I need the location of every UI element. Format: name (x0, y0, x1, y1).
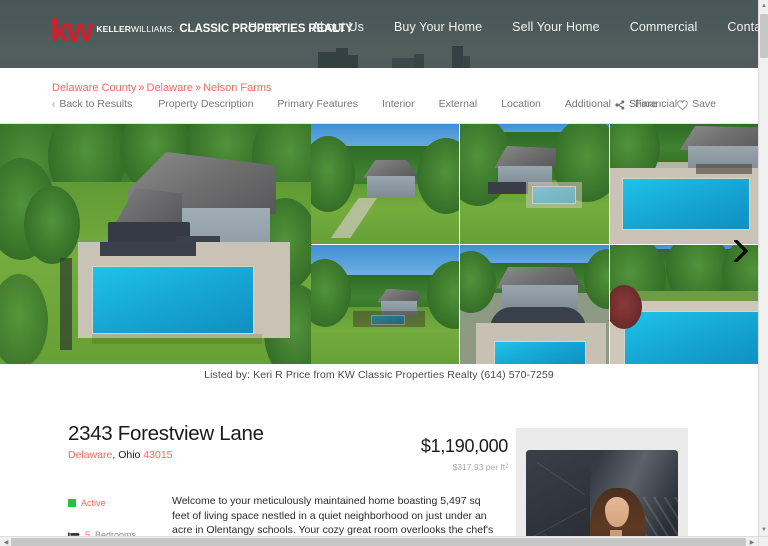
property-zip: 43015 (143, 449, 173, 461)
scroll-up-arrow-icon[interactable]: ▲ (759, 0, 768, 12)
status-label: Active (81, 498, 106, 508)
page-title: 2343 Forestview Lane (68, 422, 264, 445)
nav-item-commercial[interactable]: Commercial (630, 20, 698, 34)
logo-mark: kw (50, 12, 93, 50)
save-button[interactable]: Save (677, 98, 716, 111)
share-label: Share (629, 98, 658, 110)
tab-interior[interactable]: Interior (382, 98, 415, 111)
nav-item-sell-your-home[interactable]: Sell Your Home (512, 20, 600, 34)
listed-by-text: Listed by: Keri R Price from KW Classic … (0, 364, 758, 386)
gallery-photo-3[interactable] (460, 124, 609, 244)
photo-gallery (0, 124, 758, 364)
price-per-square-foot: $317.93 per ft² (452, 462, 508, 472)
gallery-photo-6[interactable] (460, 244, 609, 364)
breadcrumb-separator: » (194, 82, 202, 94)
status-badge: Active (68, 498, 160, 508)
property-city: Delaware (68, 449, 113, 461)
share-button[interactable]: Share (615, 98, 657, 111)
site-header: kw KELLERWILLIAMS. CLASSIC PROPERTIES RE… (0, 0, 758, 68)
breadcrumb-item-county[interactable]: Delaware County (52, 82, 136, 94)
save-label: Save (692, 98, 716, 110)
share-icon (615, 99, 625, 110)
gallery-next-button[interactable] (724, 228, 758, 274)
vertical-scrollbar-thumb[interactable] (760, 14, 768, 58)
back-to-results-button[interactable]: ‹ Back to Results (52, 98, 132, 111)
property-price: $1,190,000 (420, 436, 508, 456)
nav-item-buy-your-home[interactable]: Buy Your Home (394, 20, 482, 34)
property-state: , Ohio (112, 449, 144, 461)
tabbar-actions: Share Save (615, 98, 716, 111)
breadcrumb-row: Delaware County» Delaware» Nelson Farms (0, 68, 758, 98)
tab-location[interactable]: Location (501, 98, 541, 111)
horizontal-scrollbar[interactable]: ◀ ▶ (0, 536, 768, 546)
gallery-photo-5[interactable] (311, 244, 460, 364)
scrollbar-corner (758, 536, 768, 546)
agent-card[interactable] (516, 428, 688, 536)
agent-photo (526, 450, 678, 536)
breadcrumb-item-subdivision[interactable]: Nelson Farms (203, 82, 271, 94)
main-navigation: Home About Us Buy Your Home Sell Your Ho… (248, 20, 758, 34)
breadcrumb: Delaware County» Delaware» Nelson Farms (52, 82, 758, 94)
breadcrumb-separator: » (138, 82, 145, 94)
browser-viewport: kw KELLERWILLIAMS. CLASSIC PROPERTIES RE… (0, 0, 768, 546)
vertical-scrollbar[interactable]: ▲ ▼ (758, 0, 768, 536)
horizontal-scrollbar-thumb[interactable] (11, 538, 746, 546)
page-content: kw KELLERWILLIAMS. CLASSIC PROPERTIES RE… (0, 0, 758, 536)
tab-primary-features[interactable]: Primary Features (277, 98, 358, 111)
breadcrumb-item-city[interactable]: Delaware (147, 82, 193, 94)
status-square-icon (68, 499, 76, 507)
scroll-down-arrow-icon[interactable]: ▼ (759, 524, 768, 536)
gallery-photo-hero[interactable] (0, 124, 311, 364)
gallery-photo-4[interactable] (609, 124, 758, 244)
gallery-thumbnail-grid (311, 124, 758, 364)
property-description: Welcome to your meticulously maintained … (172, 495, 494, 536)
section-tabbar: ‹ Back to Results Property Description P… (0, 98, 758, 124)
gallery-photo-2[interactable] (311, 124, 460, 244)
heart-icon (677, 100, 688, 110)
property-location: Delaware, Ohio 43015 (68, 449, 368, 461)
nav-item-contact[interactable]: Contact (727, 20, 758, 34)
nav-item-home[interactable]: Home (248, 20, 282, 34)
property-facts: Active 5 Bedrooms (68, 498, 160, 536)
price-block: $1,190,000 $317.93 per ft² (378, 436, 508, 472)
tab-external[interactable]: External (439, 98, 478, 111)
nav-item-about-us[interactable]: About Us (312, 20, 364, 34)
back-to-results-label: Back to Results (59, 98, 133, 110)
scroll-right-arrow-icon[interactable]: ▶ (746, 537, 758, 546)
chevron-right-icon (734, 240, 748, 262)
tab-additional[interactable]: Additional (565, 98, 611, 111)
property-detail-section: 2343 Forestview Lane Delaware, Ohio 4301… (0, 386, 758, 536)
logo-line-1: KELLERWILLIAMS. (96, 24, 175, 34)
tab-property-description[interactable]: Property Description (158, 98, 253, 111)
